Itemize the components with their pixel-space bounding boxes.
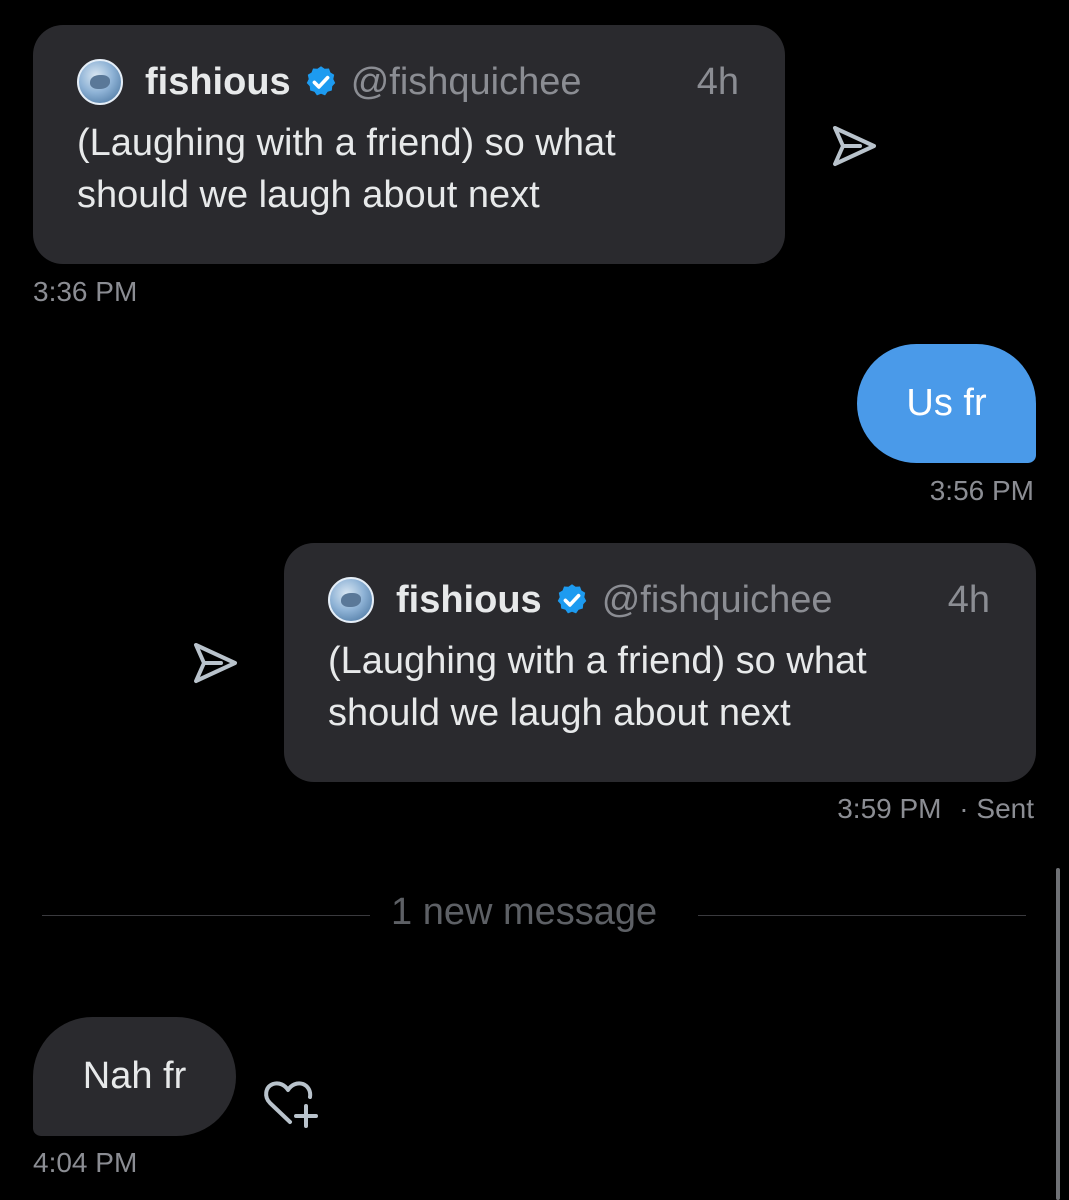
tweet-text: (Laughing with a friend) so what should …	[77, 117, 741, 221]
tweet-handle[interactable]: @fishquichee	[602, 579, 833, 622]
tweet-age: 4h	[947, 578, 990, 621]
shared-tweet-card[interactable]: fishious @fishquichee 4h (Laughing with …	[284, 543, 1036, 782]
message-timestamp: 4:04 PM	[33, 1147, 138, 1178]
message-text: Nah fr	[82, 1055, 187, 1097]
message-timestamp: 3:56 PM	[929, 475, 1034, 506]
message-bubble-sent[interactable]: Us fr	[857, 344, 1036, 463]
avatar[interactable]	[77, 59, 123, 105]
divider-line-right	[698, 915, 1026, 916]
message-bubble-received[interactable]: Nah fr	[33, 1017, 236, 1136]
paper-plane-icon[interactable]	[191, 641, 239, 685]
tweet-handle[interactable]: @fishquichee	[351, 61, 582, 104]
new-message-divider-label: 1 new message	[391, 891, 658, 933]
tweet-header: fishious @fishquichee 4h	[77, 57, 741, 107]
message-status: · Sent	[959, 793, 1034, 824]
message-text: Us fr	[906, 382, 987, 424]
tweet-text: (Laughing with a friend) so what should …	[328, 635, 992, 739]
message-timestamp: 3:59 PM	[837, 793, 942, 824]
heart-plus-icon[interactable]	[262, 1078, 322, 1130]
tweet-text-line: should we laugh about next	[77, 174, 540, 216]
divider-line-left	[42, 915, 370, 916]
tweet-display-name[interactable]: fishious	[145, 61, 291, 104]
verified-badge-icon	[306, 66, 335, 96]
message-timestamp: 3:36 PM	[33, 276, 138, 307]
paper-plane-icon[interactable]	[830, 124, 878, 168]
tweet-header: fishious @fishquichee 4h	[328, 575, 992, 625]
tweet-age: 4h	[696, 60, 739, 103]
message-meta: 3:59 PM · Sent	[837, 793, 1034, 825]
verified-badge-icon	[557, 584, 586, 614]
avatar[interactable]	[328, 577, 374, 623]
tweet-text-line: (Laughing with a friend) so what	[77, 122, 616, 164]
dm-conversation: fishious @fishquichee 4h (Laughing with …	[0, 0, 1069, 1200]
tweet-text-line: should we laugh about next	[328, 692, 791, 734]
scrollbar[interactable]	[1056, 868, 1060, 1200]
tweet-display-name[interactable]: fishious	[396, 579, 542, 622]
tweet-text-line: (Laughing with a friend) so what	[328, 640, 867, 682]
shared-tweet-card[interactable]: fishious @fishquichee 4h (Laughing with …	[33, 25, 785, 264]
